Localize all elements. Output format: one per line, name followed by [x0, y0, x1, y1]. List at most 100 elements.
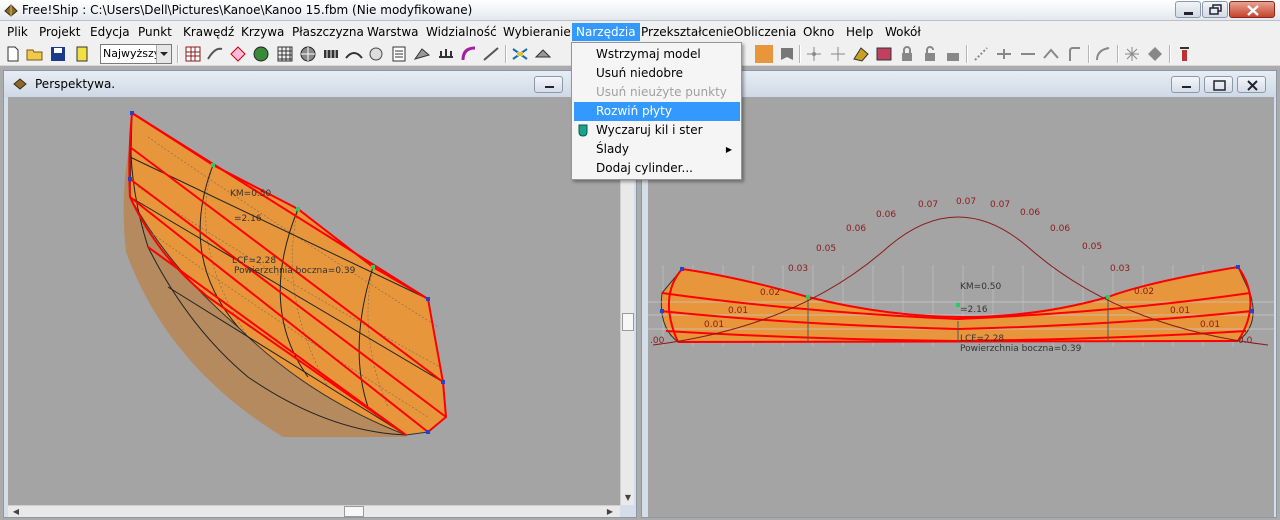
curve-value-label: 0.07 — [918, 200, 938, 210]
menu-item-slady[interactable]: Ślady ▶ — [574, 140, 740, 159]
control-net-icon[interactable] — [184, 45, 202, 63]
save-icon[interactable] — [49, 45, 67, 63]
menu-obliczenia[interactable]: Obliczenia — [730, 23, 800, 41]
unlock-all-icon[interactable] — [944, 45, 962, 63]
menu-plik[interactable]: Plik — [3, 23, 32, 41]
curves-icon[interactable] — [460, 45, 478, 63]
sphere-view-icon[interactable] — [299, 45, 317, 63]
new-curve-icon[interactable] — [1094, 45, 1112, 63]
diagonals-icon[interactable] — [390, 45, 408, 63]
menu-punkt[interactable]: Punkt — [134, 23, 176, 41]
scroll-down-arrow-icon[interactable]: ▼ — [622, 492, 634, 504]
menu-krawedz[interactable]: Krawędź — [179, 23, 238, 41]
shade-icon[interactable] — [778, 45, 796, 63]
precision-select-value: Najwyższy — [103, 47, 161, 60]
menu-item-dodaj-cylinder[interactable]: Dodaj cylinder... — [574, 159, 740, 178]
restore-button[interactable] — [1202, 1, 1228, 18]
markers-icon[interactable] — [437, 45, 455, 63]
perspective-horizontal-scrollbar[interactable]: ◀ ▶ — [8, 505, 620, 517]
scrollbar-thumb[interactable] — [344, 506, 364, 517]
km2-label: =2.16 — [960, 305, 988, 315]
menu-projekt[interactable]: Projekt — [35, 23, 84, 41]
new-face-icon[interactable] — [1123, 45, 1141, 63]
menu-narzedzia[interactable]: Narzędzia — [572, 23, 640, 41]
menu-help[interactable]: Help — [842, 23, 877, 41]
scrollbar-thumb[interactable] — [622, 313, 634, 331]
close-button[interactable] — [1237, 76, 1266, 93]
scroll-right-arrow-icon[interactable]: ▶ — [604, 506, 616, 518]
perspective-window-caption[interactable]: Perspektywa. — [4, 71, 636, 97]
menu-item-usun-niedobre[interactable]: Usuń niedobre — [574, 64, 740, 83]
precision-select[interactable]: Najwyższy — [100, 44, 172, 64]
menu-krzywa[interactable]: Krzywa — [237, 23, 288, 41]
perspective-viewport[interactable]: KM=0.50 =2.16 LCF=2.28 Powierzchnia bocz… — [8, 97, 620, 505]
perspective-hull-drawing[interactable]: KM=0.50 =2.16 LCF=2.28 Powierzchnia bocz… — [8, 97, 620, 505]
insert-plane-icon[interactable] — [875, 45, 893, 63]
lock-icon[interactable] — [898, 45, 916, 63]
hydrostatics-icon[interactable] — [511, 45, 529, 63]
maximize-button[interactable] — [1204, 76, 1233, 93]
submenu-arrow-icon: ▶ — [725, 145, 732, 154]
collapse-point-icon[interactable] — [829, 45, 847, 63]
curve-value-label: 0.03 — [788, 264, 808, 274]
menu-edycja[interactable]: Edycja — [86, 23, 134, 41]
unlock-icon[interactable] — [921, 45, 939, 63]
new-file-icon[interactable] — [4, 45, 22, 63]
intersect-icon[interactable] — [852, 45, 870, 63]
stations-icon[interactable] — [322, 45, 340, 63]
waterlines-icon[interactable] — [367, 45, 385, 63]
curvature-icon[interactable] — [229, 45, 247, 63]
minimize-button[interactable] — [1175, 1, 1201, 18]
collapse-edge-icon[interactable] — [1019, 45, 1037, 63]
extrude-edge-icon[interactable] — [1066, 45, 1084, 63]
curve-value-label: .00 — [650, 336, 665, 346]
minimize-button[interactable] — [534, 76, 563, 93]
perspective-window-title: Perspektywa. — [35, 77, 116, 91]
invert-face-icon[interactable] — [1146, 45, 1164, 63]
flowlines-icon[interactable] — [413, 45, 431, 63]
lateral-area-label: Powierzchnia boczna=0.39 — [960, 344, 1082, 354]
menu-okno[interactable]: Okno — [799, 23, 838, 41]
curve-value-label: 0.07 — [956, 197, 976, 207]
scroll-left-arrow-icon[interactable]: ◀ — [10, 506, 22, 518]
open-folder-icon[interactable] — [26, 45, 44, 63]
menu-wybieranie[interactable]: Wybieranie — [499, 23, 575, 41]
perspective-window: Perspektywa. KM=0.50 =2.16 LCF=2.28 Powi… — [3, 70, 637, 518]
menu-item-rozwin-plyty[interactable]: Rozwiń płyty — [574, 102, 740, 121]
new-edge-icon[interactable] — [972, 45, 990, 63]
crease-edge-icon[interactable] — [1042, 45, 1060, 63]
minimize-button[interactable] — [1171, 76, 1200, 93]
minimize-icon — [545, 86, 554, 88]
menu-warstwa[interactable]: Warstwa — [363, 23, 423, 41]
menu-przeksztalcenie[interactable]: Przekształcenie — [637, 23, 738, 41]
menu-item-label: Rozwiń płyty — [596, 104, 672, 118]
freeship-app-icon — [13, 78, 27, 90]
menu-item-label: Ślady — [596, 142, 630, 156]
menu-widzialnosc[interactable]: Widzialność — [422, 23, 501, 41]
grid-icon[interactable] — [276, 45, 294, 63]
menu-wokol[interactable]: Wokół — [881, 23, 925, 41]
menu-item-wstrzymaj-model[interactable]: Wstrzymaj model — [574, 45, 740, 64]
curve-value-label: 0.01 — [704, 320, 724, 330]
menu-item-wyczaruj-kil-i-ster[interactable]: Wyczaruj kil i ster — [574, 121, 740, 140]
close-button[interactable] — [1229, 1, 1275, 18]
interior-edges-icon[interactable] — [206, 45, 224, 63]
layer-color-icon[interactable] — [73, 45, 91, 63]
fire-extinguisher-icon[interactable] — [1175, 45, 1193, 63]
hull-color-icon[interactable] — [755, 45, 773, 63]
toolbar-separator — [966, 45, 968, 63]
title-bar: Free!Ship : C:\Users\Dell\Pictures\Kanoe… — [0, 0, 1280, 21]
close-icon — [1247, 5, 1259, 16]
menu-plaszczyzna[interactable]: Płaszczyzna — [288, 23, 368, 41]
toolbar-separator — [1117, 45, 1119, 63]
split-edge-icon[interactable] — [995, 45, 1013, 63]
new-point-icon[interactable] — [805, 45, 823, 63]
km2-label: =2.16 — [234, 214, 262, 224]
shaded-surface-icon[interactable] — [252, 45, 270, 63]
lines-icon[interactable] — [482, 45, 500, 63]
layers-icon[interactable] — [534, 45, 552, 63]
curve-value-label: 0.03 — [1110, 264, 1130, 274]
buttocks-icon[interactable] — [345, 45, 363, 63]
chevron-down-icon — [156, 45, 171, 63]
toolbar-separator — [505, 45, 507, 63]
